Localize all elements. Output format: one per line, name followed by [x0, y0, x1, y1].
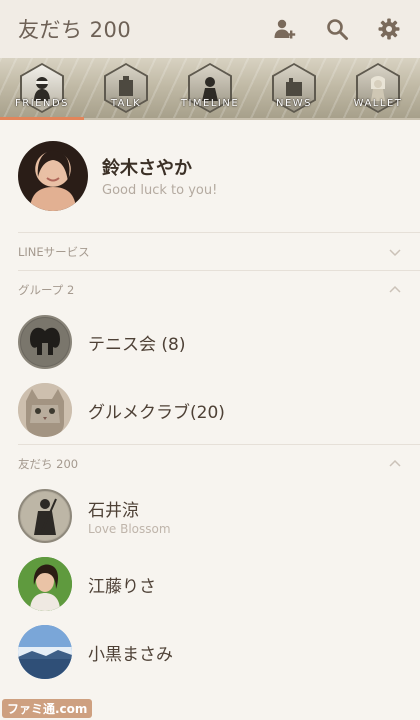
tab-label: TIMELINE [180, 98, 240, 109]
chevron-up-icon [388, 283, 402, 297]
tab-bar: FRIENDS TALK TIMELINE NEWS WALLET [0, 58, 420, 120]
row-text: 小黒まさみ [88, 640, 173, 665]
avatar [18, 625, 72, 679]
list-item[interactable]: テニス会 (8) [0, 308, 420, 376]
profile-status: Good luck to you! [102, 183, 218, 198]
friend-status: Love Blossom [88, 522, 171, 536]
active-tab-indicator [0, 117, 84, 120]
tab-label: FRIENDS [15, 98, 69, 109]
chevron-up-icon [388, 457, 402, 471]
tab-talk[interactable]: TALK [84, 58, 168, 118]
friend-name: 江藤りさ [88, 576, 156, 597]
header-bar: 友だち 200 [0, 0, 420, 58]
tab-label: NEWS [275, 98, 313, 109]
group-name: テニス会 (8) [88, 334, 186, 355]
search-icon[interactable] [324, 16, 350, 42]
profile-name: 鈴木さやか [102, 158, 192, 179]
profile-text: 鈴木さやか Good luck to you! [102, 154, 217, 198]
friend-name: 小黒まさみ [88, 644, 173, 665]
gear-icon[interactable] [376, 16, 402, 42]
avatar [18, 383, 72, 437]
avatar [18, 489, 72, 543]
section-label: グループ 2 [18, 282, 75, 297]
section-label: 友だち 200 [18, 456, 79, 471]
list-item[interactable]: グルメクラブ(20) [0, 376, 420, 444]
section-friends[interactable]: 友だち 200 [0, 445, 420, 482]
row-text: グルメクラブ(20) [88, 398, 225, 423]
section-label: LINEサービス [18, 244, 90, 259]
row-text: 石井涼 Love Blossom [88, 496, 171, 536]
app-window: 友だち 200 FRIENDS TALK TIMELINE NEWS WALLE… [0, 0, 420, 720]
tab-timeline[interactable]: TIMELINE [168, 58, 252, 118]
chevron-down-icon [388, 245, 402, 259]
tab-label: WALLET [353, 98, 403, 109]
watermark-logo: ファミ通.com [2, 699, 93, 718]
list-item[interactable]: 石井涼 Love Blossom [0, 482, 420, 550]
avatar [18, 315, 72, 369]
header-actions [272, 16, 402, 42]
section-line-services[interactable]: LINEサービス [0, 233, 420, 270]
group-name: グルメクラブ(20) [88, 402, 225, 423]
list-item[interactable]: 江藤りさ [0, 550, 420, 618]
add-friend-icon[interactable] [272, 16, 298, 42]
page-title: 友だち 200 [18, 18, 132, 42]
tab-friends[interactable]: FRIENDS [0, 58, 84, 120]
my-profile-row[interactable]: 鈴木さやか Good luck to you! [0, 120, 420, 232]
avatar [18, 557, 72, 611]
friend-name: 石井涼 [88, 501, 139, 521]
section-groups[interactable]: グループ 2 [0, 271, 420, 308]
row-text: 江藤りさ [88, 572, 156, 597]
row-text: テニス会 (8) [88, 330, 185, 355]
tab-label: TALK [110, 98, 142, 109]
list-item[interactable]: 小黒まさみ [0, 618, 420, 686]
tab-news[interactable]: NEWS [252, 58, 336, 118]
avatar[interactable] [18, 141, 88, 211]
tab-wallet[interactable]: WALLET [336, 58, 420, 118]
